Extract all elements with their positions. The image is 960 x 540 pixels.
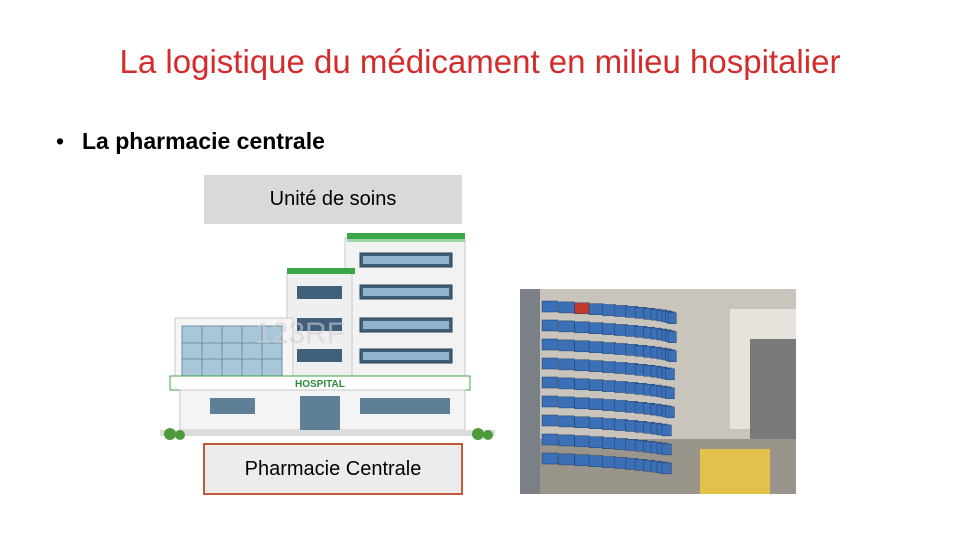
shelf-bin xyxy=(558,434,575,447)
shelf-bin xyxy=(541,414,559,427)
shelf-bin xyxy=(574,359,590,372)
shelf-bin xyxy=(602,361,617,373)
shelf-bin xyxy=(558,301,575,314)
pharmacy-shelves-photo xyxy=(520,289,796,494)
bullet-text: La pharmacie centrale xyxy=(82,128,325,154)
shelf-bin xyxy=(667,312,677,324)
shelf-bin xyxy=(558,396,575,409)
shelf-bin xyxy=(602,323,617,335)
shelf-bin xyxy=(574,397,590,410)
shelf-bin xyxy=(541,338,559,351)
shelf-bin xyxy=(541,395,559,408)
shelf-bin xyxy=(602,304,617,316)
shelf-bin xyxy=(558,453,575,466)
bullet-item: • La pharmacie centrale xyxy=(56,128,325,155)
shelf-bin xyxy=(574,454,590,467)
shelf-bin xyxy=(602,437,617,449)
shelf-bin xyxy=(574,416,590,429)
shelf-bin xyxy=(541,452,559,465)
shelf-bin xyxy=(588,303,604,315)
hospital-building-image: HOSPITAL 123RF xyxy=(160,233,495,440)
shelf-bin xyxy=(574,302,590,315)
shelf-bin xyxy=(574,321,590,334)
shelf-bin xyxy=(588,360,604,372)
shelf-bin xyxy=(665,368,675,381)
shelf-bin xyxy=(558,415,575,428)
shelf-bin xyxy=(588,417,604,429)
shelf-bin xyxy=(602,456,617,468)
shelf-bin xyxy=(602,418,617,430)
shelf-bin xyxy=(588,341,604,353)
shelf-bin xyxy=(588,398,604,410)
shelf-bin xyxy=(541,357,559,370)
shelf-bin xyxy=(661,443,672,456)
shelf-bin xyxy=(661,424,672,437)
slide-title: La logistique du médicament en milieu ho… xyxy=(119,43,841,80)
shelf-bin xyxy=(558,339,575,352)
shelf-bin xyxy=(588,379,604,391)
shelf-bin xyxy=(558,377,575,390)
shelf-bin xyxy=(541,376,559,389)
shelf-bin xyxy=(588,436,604,448)
unite-de-soins-box: Unité de soins xyxy=(204,175,462,224)
pharmacie-centrale-box: Pharmacie Centrale xyxy=(203,443,463,495)
shelf-bin xyxy=(665,406,675,419)
shelf-bin xyxy=(574,378,590,391)
shelf-bin xyxy=(588,322,604,334)
shelf-bin xyxy=(665,387,675,400)
shelf-bin xyxy=(667,350,677,362)
shelf-bin xyxy=(541,319,559,332)
shelf-bin xyxy=(667,331,677,343)
shelf-bin xyxy=(574,340,590,353)
shelf-bin xyxy=(574,435,590,448)
shelf-bin xyxy=(588,455,604,467)
bullet-symbol: • xyxy=(56,128,65,154)
watermark-text: 123RF xyxy=(255,317,345,350)
shelf-bin xyxy=(602,380,617,392)
unite-de-soins-label: Unité de soins xyxy=(269,188,397,210)
shelf-bin xyxy=(541,300,559,313)
hospital-sign-text: HOSPITAL xyxy=(295,379,345,390)
shelf-bin xyxy=(661,462,672,475)
pharmacie-centrale-label: Pharmacie Centrale xyxy=(244,457,422,480)
shelf-bin xyxy=(558,358,575,371)
shelf-bin xyxy=(602,342,617,354)
shelf-bin xyxy=(602,399,617,411)
shelf-bin xyxy=(558,320,575,333)
shelf-bin xyxy=(541,433,559,446)
